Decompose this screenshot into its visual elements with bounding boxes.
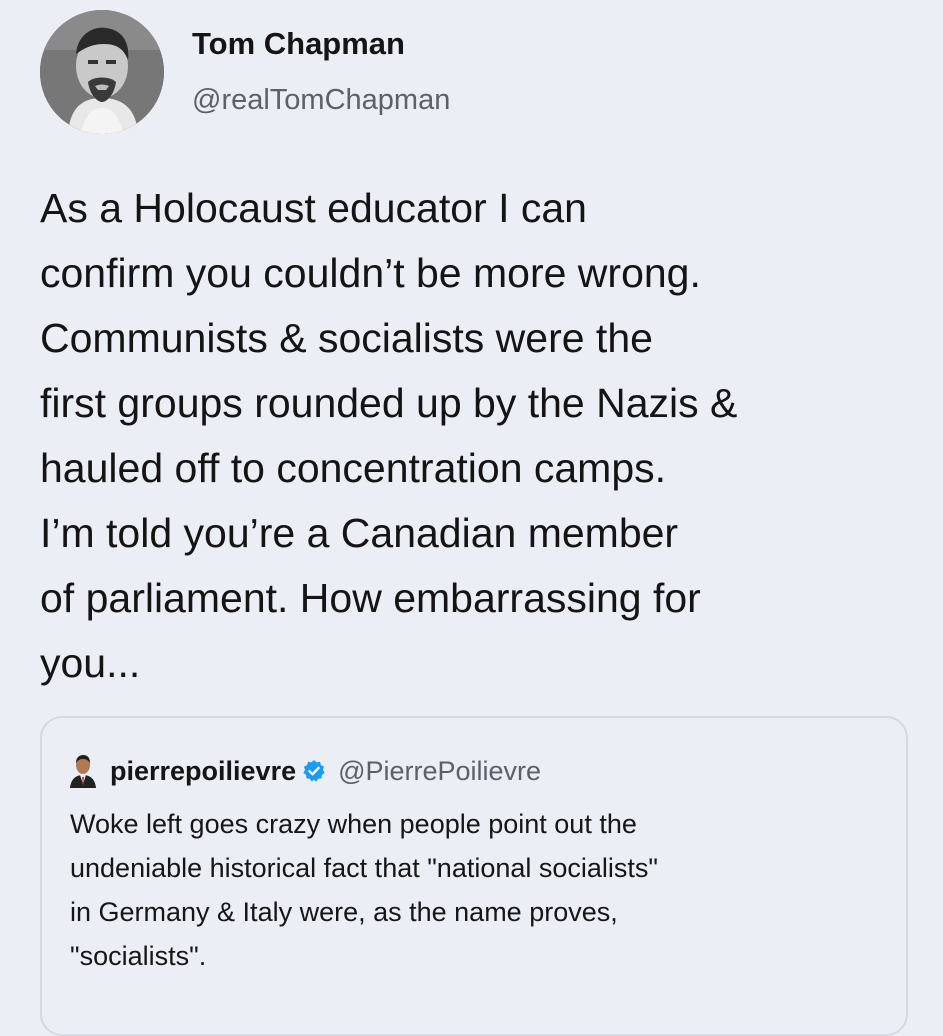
author-display-name[interactable]: Tom Chapman: [192, 26, 405, 62]
quoted-tweet-text-line: "socialists".: [70, 941, 207, 971]
quoted-tweet-text-line: Woke left goes crazy when people point o…: [70, 809, 637, 839]
profile-photo-icon: [40, 10, 164, 134]
author-handle[interactable]: @realTomChapman: [192, 84, 450, 117]
quoted-tweet-card[interactable]: pierrepoilievre @PierrePoilievre Woke le…: [40, 716, 908, 1036]
profile-photo-icon: [70, 755, 96, 788]
quoted-tweet-header: pierrepoilievre @PierrePoilievre: [68, 754, 541, 788]
quoted-tweet-text-line: in Germany & Italy were, as the name pro…: [70, 897, 618, 927]
verified-badge-icon: [302, 759, 326, 783]
tweet-text: As a Holocaust educator I can confirm yo…: [40, 176, 930, 696]
tweet-text-line: first groups rounded up by the Nazis &: [40, 380, 738, 426]
tweet-text-line: confirm you couldn’t be more wrong.: [40, 250, 701, 296]
quoted-author-handle[interactable]: @PierrePoilievre: [338, 756, 541, 787]
quoted-tweet-text: Woke left goes crazy when people point o…: [70, 802, 900, 978]
quoted-tweet-text-line: undeniable historical fact that "nationa…: [70, 853, 659, 883]
tweet: Tom Chapman @realTomChapman As a Holocau…: [0, 0, 943, 1036]
tweet-text-line: I’m told you’re a Canadian member: [40, 510, 679, 556]
tweet-text-line: Communists & socialists were the: [40, 315, 653, 361]
quoted-author-display-name[interactable]: pierrepoilievre: [110, 756, 296, 787]
tweet-text-line: As a Holocaust educator I can: [40, 185, 587, 231]
author-avatar[interactable]: [40, 10, 164, 134]
quoted-author-avatar[interactable]: [68, 754, 98, 788]
tweet-text-line: hauled off to concentration camps.: [40, 445, 667, 491]
tweet-text-line: of parliament. How embarrassing for: [40, 575, 701, 621]
tweet-text-line: you...: [40, 640, 141, 686]
